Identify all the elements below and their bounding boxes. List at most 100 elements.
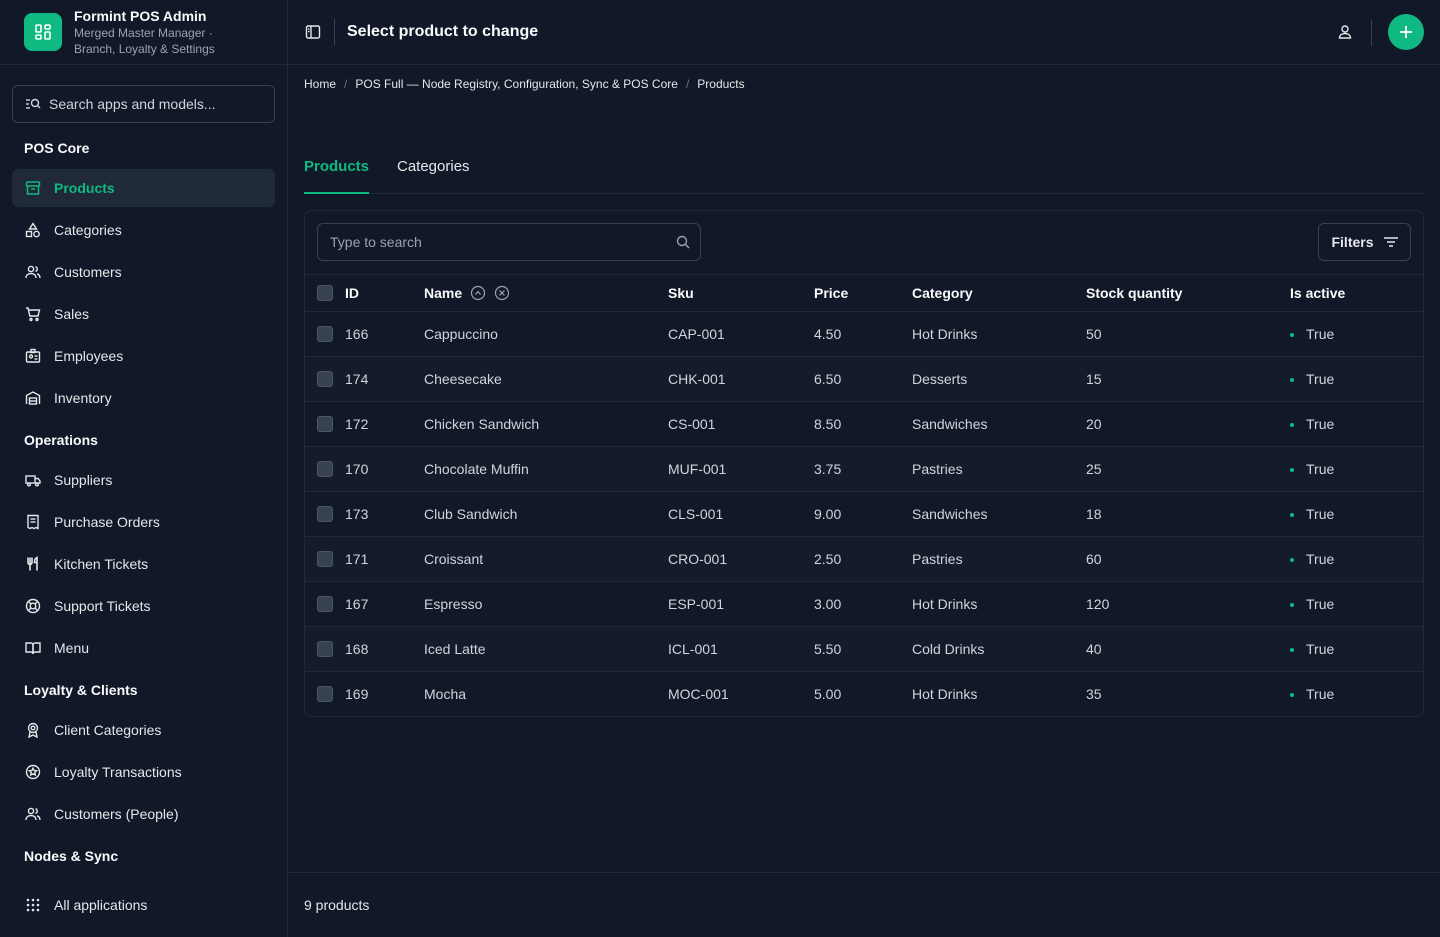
sidebar-item-employees[interactable]: Employees xyxy=(12,337,275,375)
column-header-category[interactable]: Category xyxy=(912,275,1086,312)
cell-name[interactable]: Club Sandwich xyxy=(424,491,668,537)
sidebar-item-loyalty-transactions[interactable]: Loyalty Transactions xyxy=(12,753,275,791)
cell-name[interactable]: Chicken Sandwich xyxy=(424,401,668,447)
row-checkbox[interactable] xyxy=(317,506,333,523)
column-header-price[interactable]: Price xyxy=(814,275,912,312)
row-select-cell xyxy=(305,626,345,672)
sidebar-item-products[interactable]: Products xyxy=(12,169,275,207)
brand-subtitle-line1: Merged Master Manager · xyxy=(74,26,213,40)
user-icon[interactable] xyxy=(1336,23,1354,41)
cell-name[interactable]: Espresso xyxy=(424,581,668,627)
sidebar-item-inventory[interactable]: Inventory xyxy=(12,379,275,417)
sidebar-item-label: Sales xyxy=(54,306,90,322)
section-nodes-sync: Nodes & Sync xyxy=(24,848,119,864)
status-text: True xyxy=(1306,325,1335,342)
cell-name[interactable]: Croissant xyxy=(424,536,668,582)
sidebar-item-categories[interactable]: Categories xyxy=(12,211,275,249)
sidebar-item-customers[interactable]: Customers xyxy=(12,253,275,291)
status-text: True xyxy=(1306,685,1335,702)
table-row[interactable]: 171 Croissant CRO-001 2.50 Pastries 60 True xyxy=(305,536,1423,582)
add-product-button[interactable] xyxy=(1388,14,1424,50)
sidebar-item-all-applications[interactable]: All applications xyxy=(12,886,275,924)
cell-name[interactable]: Cheesecake xyxy=(424,356,668,402)
column-header-name-label[interactable]: Name xyxy=(424,285,462,301)
cell-is-active: True xyxy=(1290,536,1423,582)
sidebar-item-support-tickets[interactable]: Support Tickets xyxy=(12,587,275,625)
cell-name[interactable]: Cappuccino xyxy=(424,311,668,357)
sidebar-item-sales[interactable]: Sales xyxy=(12,295,275,333)
table-row[interactable]: 174 Cheesecake CHK-001 6.50 Desserts 15 True xyxy=(305,356,1423,402)
tab-products[interactable]: Products xyxy=(304,158,370,194)
filters-button[interactable]: Filters xyxy=(1318,223,1411,261)
cell-id: 166 xyxy=(345,311,424,357)
sidebar-item-client-categories[interactable]: Client Categories xyxy=(12,711,275,749)
status-dot-icon xyxy=(1290,693,1294,698)
sidebar-item-menu[interactable]: Menu xyxy=(12,629,275,667)
cell-price: 3.00 xyxy=(814,581,912,627)
status-dot-icon xyxy=(1290,647,1294,652)
table-body: 166 Cappuccino CAP-001 4.50 Hot Drinks 50 True… xyxy=(305,311,1423,716)
status-text: True xyxy=(1306,640,1335,657)
sort-add-icon[interactable] xyxy=(470,285,486,301)
sidebar-item-label: Products xyxy=(54,180,115,196)
cell-category: Hot Drinks xyxy=(912,685,978,702)
row-checkbox[interactable] xyxy=(317,326,333,343)
table-row[interactable]: 173 Club Sandwich CLS-001 9.00 Sandwiches 18 T… xyxy=(305,491,1423,537)
search-icon xyxy=(676,235,690,249)
sidebar-item-kitchen-tickets[interactable]: Kitchen Tickets xyxy=(12,545,275,583)
sort-remove-icon[interactable] xyxy=(494,285,510,301)
cell-category: Pastries xyxy=(912,446,1086,492)
row-checkbox[interactable] xyxy=(317,641,333,658)
shapes-icon xyxy=(24,221,42,239)
table-row[interactable]: 172 Chicken Sandwich CS-001 8.50 Sandwiches 2… xyxy=(305,401,1423,447)
section-pos-core: POS Core xyxy=(24,140,90,156)
tab-categories[interactable]: Categories xyxy=(397,158,470,194)
cell-name[interactable]: Chocolate Muffin xyxy=(424,446,668,492)
sidebar-item-label: Employees xyxy=(54,348,124,364)
row-checkbox[interactable] xyxy=(317,416,333,433)
search-apps-button[interactable]: Search apps and models... xyxy=(12,85,275,123)
table-row[interactable]: 170 Chocolate Muffin MUF-001 3.75 Pastries 25… xyxy=(305,446,1423,492)
search-input[interactable] xyxy=(317,223,701,261)
breadcrumb-app[interactable]: POS Full — Node Registry, Configuration,… xyxy=(355,77,678,91)
row-checkbox[interactable] xyxy=(317,371,333,388)
cell-stock-quantity: 120 xyxy=(1086,581,1290,627)
status-text: True xyxy=(1306,370,1335,387)
table-row[interactable]: 166 Cappuccino CAP-001 4.50 Hot Drinks 50 True xyxy=(305,311,1423,357)
badge-icon xyxy=(24,347,42,365)
row-checkbox[interactable] xyxy=(317,596,333,613)
sidebar-item-suppliers[interactable]: Suppliers xyxy=(12,461,275,499)
column-header-id[interactable]: ID xyxy=(345,275,424,312)
cell-id: 173 xyxy=(345,491,424,537)
table-row[interactable]: 167 Espresso ESP-001 3.00 Hot Drinks 120 True xyxy=(305,581,1423,627)
sidebar-item-label: Suppliers xyxy=(54,472,113,488)
cell-name[interactable]: Iced Latte xyxy=(424,626,668,672)
breadcrumb-home[interactable]: Home xyxy=(304,77,336,91)
sidebar-toggle-icon[interactable] xyxy=(304,23,322,41)
cell-id: 169 xyxy=(345,685,369,702)
sidebar-item-customers-people[interactable]: Customers (People) xyxy=(12,795,275,833)
cell-price: 8.50 xyxy=(814,401,912,447)
cell-id: 170 xyxy=(345,446,424,492)
cell-stock-quantity: 50 xyxy=(1086,311,1290,357)
row-checkbox[interactable] xyxy=(317,686,333,703)
page-title: Select product to change xyxy=(347,23,539,40)
column-header-is-active[interactable]: Is active xyxy=(1290,275,1423,312)
column-header-stock-quantity[interactable]: Stock quantity xyxy=(1086,275,1290,312)
table-row[interactable]: 168 Iced Latte ICL-001 5.50 Cold Drinks 40 Tru… xyxy=(305,626,1423,672)
status-text: True xyxy=(1306,460,1335,477)
brand-subtitle-line2: Branch, Loyalty & Settings xyxy=(74,42,215,56)
row-checkbox[interactable] xyxy=(317,551,333,568)
cell-sku: CRO-001 xyxy=(668,536,814,582)
column-header-sku[interactable]: Sku xyxy=(668,275,814,312)
sidebar-item-purchase-orders[interactable]: Purchase Orders xyxy=(12,503,275,541)
grid-dots-icon xyxy=(24,896,42,914)
row-checkbox[interactable] xyxy=(317,461,333,478)
cell-category: Cold Drinks xyxy=(912,626,1086,672)
top-bar: Select product to change xyxy=(288,0,1440,65)
select-all-checkbox[interactable] xyxy=(317,285,333,302)
table-row[interactable]: 169 Mocha MOC-001 5.00 Hot Drinks 35 True xyxy=(305,671,1423,716)
sidebar-item-label: Client Categories xyxy=(54,722,162,738)
cell-stock-quantity: 35 xyxy=(1086,685,1102,702)
cell-name[interactable]: Mocha xyxy=(424,671,668,716)
